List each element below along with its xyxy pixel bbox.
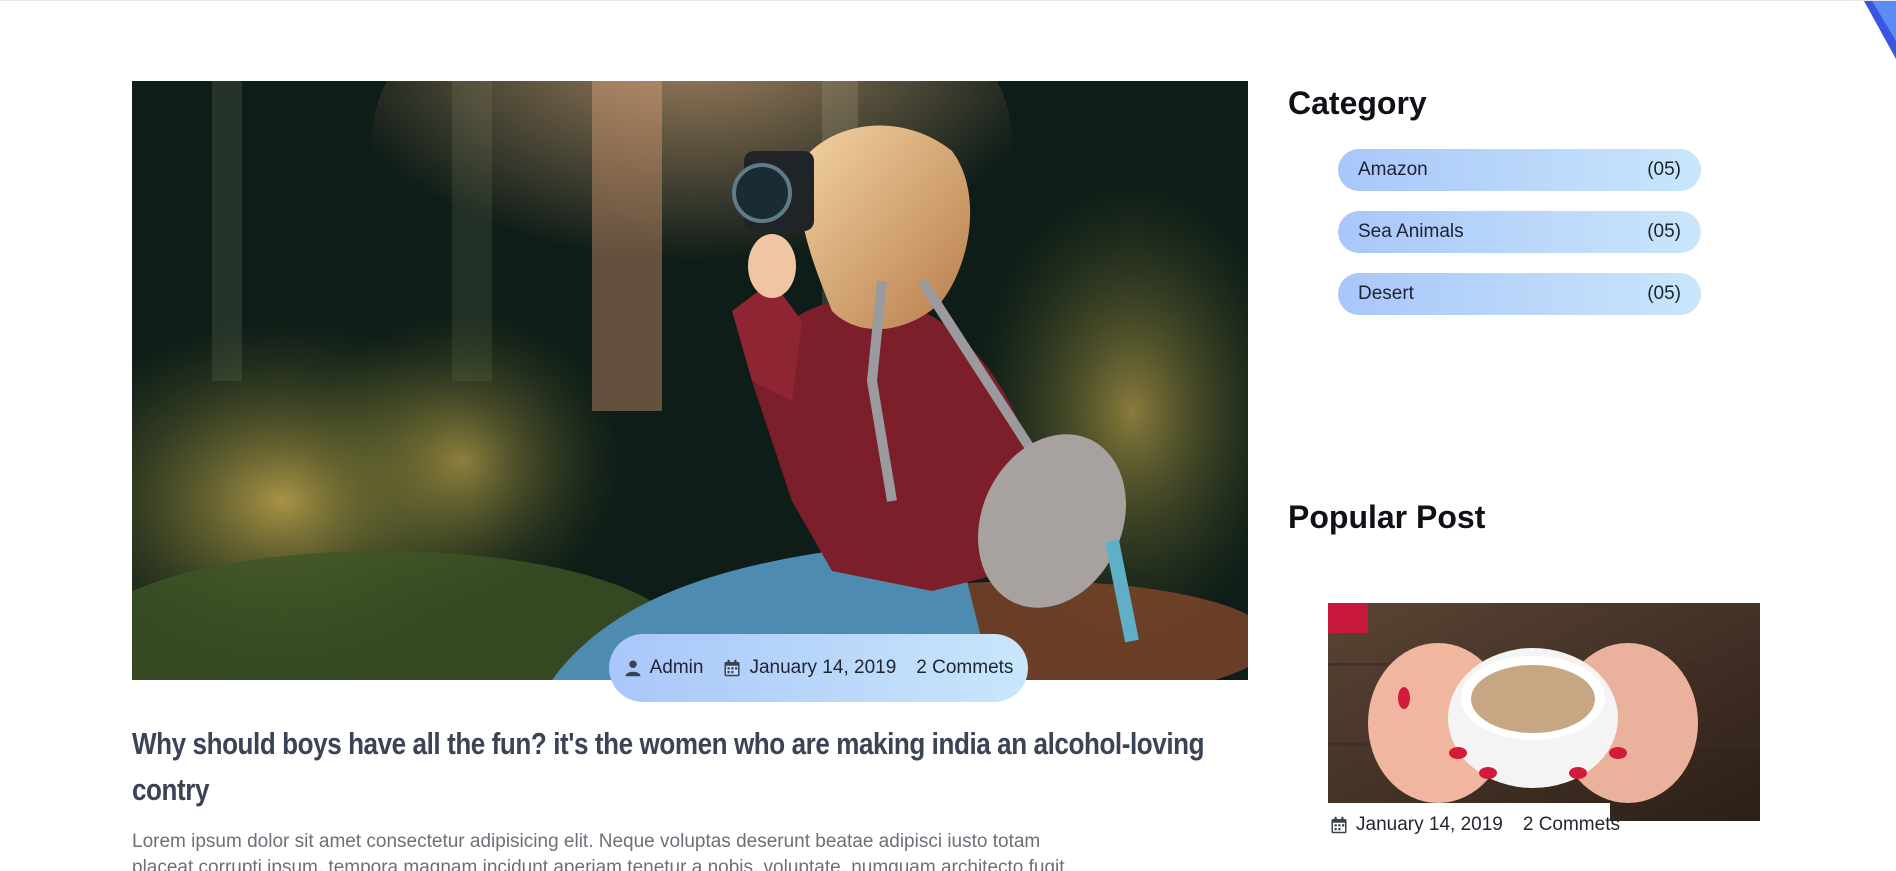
category-name: Sea Animals: [1358, 221, 1464, 242]
corner-ribbon: [1858, 1, 1896, 61]
post-comments[interactable]: 2 Commets: [916, 657, 1013, 679]
category-item-desert[interactable]: Desert (05): [1338, 273, 1701, 315]
popular-post-image[interactable]: [1328, 603, 1760, 821]
category-list: Amazon (05) Sea Animals (05) Desert (05): [1338, 149, 1701, 335]
category-item-sea-animals[interactable]: Sea Animals (05): [1338, 211, 1701, 253]
post-date[interactable]: January 14, 2019: [723, 657, 896, 679]
popular-post-date[interactable]: January 14, 2019: [1330, 814, 1503, 836]
category-name: Amazon: [1358, 159, 1428, 180]
post-comments-label: 2 Commets: [916, 657, 1014, 678]
category-count: (05): [1647, 221, 1681, 242]
category-heading: Category: [1288, 85, 1427, 121]
post-excerpt-line: placeat corrupti ipsum, tempora magnam i…: [132, 857, 1070, 871]
post-excerpt-line: Lorem ipsum dolor sit amet consectetur a…: [132, 831, 1041, 852]
post-meta-pill: Admin January 14, 2019 2 Commets: [609, 634, 1028, 702]
calendar-icon: [1331, 816, 1347, 834]
post-author-label: Admin: [649, 657, 704, 678]
post-featured-image[interactable]: [132, 81, 1248, 680]
calendar-icon: [724, 659, 740, 677]
popular-post-heading: Popular Post: [1288, 499, 1486, 535]
blog-page: Admin January 14, 2019 2 Commets Why sho…: [0, 0, 1896, 871]
popular-post-meta: January 14, 2019 2 Commets: [1328, 803, 1620, 847]
post-excerpt: Lorem ipsum dolor sit amet consectetur a…: [132, 829, 1248, 871]
category-count: (05): [1647, 283, 1681, 304]
user-icon: [625, 660, 641, 677]
popular-post-comments-label: 2 Commets: [1522, 814, 1620, 835]
popular-post-date-label: January 14, 2019: [1356, 814, 1503, 835]
category-item-amazon[interactable]: Amazon (05): [1338, 149, 1701, 191]
post-date-label: January 14, 2019: [749, 657, 897, 678]
category-name: Desert: [1358, 283, 1414, 304]
post-title[interactable]: Why should boys have all the fun? it's t…: [132, 721, 1248, 813]
popular-post-comments[interactable]: 2 Commets: [1523, 814, 1620, 836]
blog-post: Admin January 14, 2019 2 Commets Why sho…: [132, 81, 1248, 871]
category-count: (05): [1647, 159, 1681, 180]
post-author[interactable]: Admin: [624, 657, 704, 679]
